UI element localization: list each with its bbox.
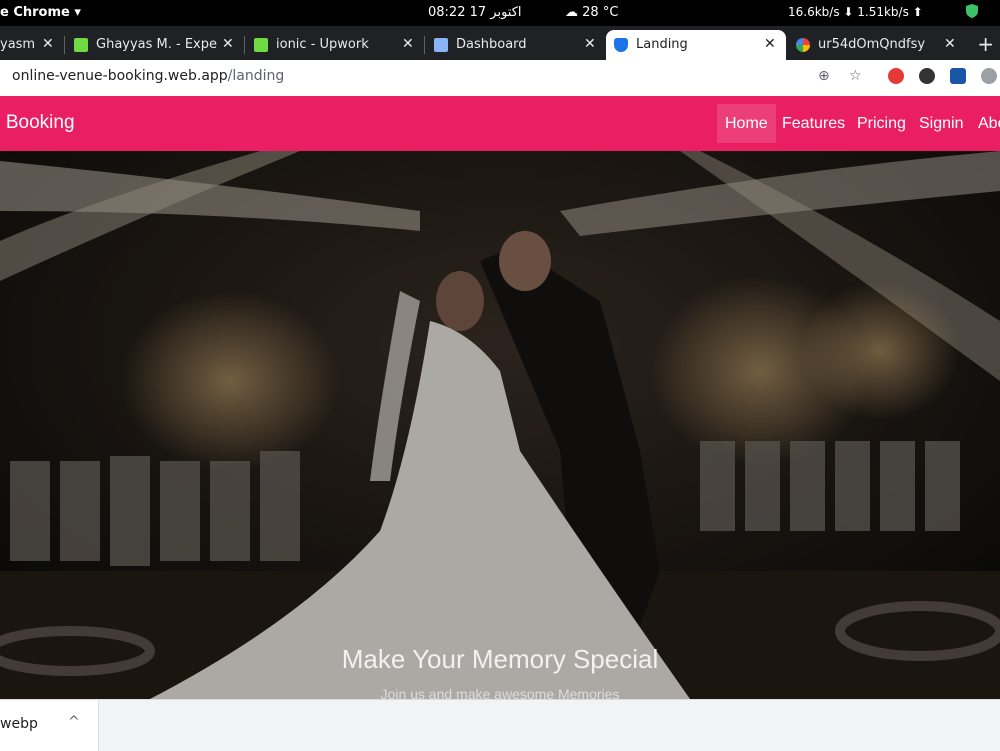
close-icon[interactable]: ✕ [402, 36, 414, 52]
nav-about[interactable]: Abo [978, 115, 1000, 133]
tab-photos[interactable]: ur54dOmQndfsy ✕ [788, 30, 964, 60]
tab-title: Landing [636, 37, 688, 52]
close-icon[interactable]: ✕ [42, 36, 54, 52]
tab-landing[interactable]: Landing ✕ [606, 30, 786, 60]
dashboard-icon [434, 38, 448, 52]
globe-icon[interactable] [981, 68, 997, 84]
angular-shield-icon [614, 38, 628, 52]
close-icon[interactable]: ✕ [764, 36, 776, 52]
network-speed: 16.6kb/s ⬇ 1.51kb/s ⬆ [788, 5, 923, 19]
hero-subtitle: Join us and make awesome Memories [380, 686, 620, 699]
opera-icon[interactable] [888, 68, 904, 84]
site-brand[interactable]: e Booking [0, 112, 75, 134]
download-shelf: webp ^ [0, 699, 1000, 751]
tab-separator [424, 36, 425, 54]
tab-title: Dashboard [456, 37, 527, 52]
weather-indicator[interactable]: ☁ 28 °C [565, 5, 618, 20]
tab-strip: yasm ✕ Ghayyas M. - Expe ✕ ionic - Upwor… [0, 26, 1000, 60]
site-navbar: e Booking Home Features Pricing Signin A… [0, 96, 1000, 151]
shield-icon[interactable] [966, 4, 978, 18]
nav-home[interactable]: Home [717, 104, 776, 143]
nav-features[interactable]: Features [782, 115, 845, 133]
tab-title: ionic - Upwork [276, 37, 369, 52]
pinwheel-icon [796, 38, 810, 52]
new-tab-icon[interactable]: + [977, 32, 994, 56]
nav-pricing[interactable]: Pricing [857, 115, 906, 133]
os-top-bar: e Chrome ▾ 08:22 17 اکتوبر ☁ 28 °C 16.6k… [0, 0, 1000, 26]
upwork-icon [254, 38, 268, 52]
tab-separator [244, 36, 245, 54]
download-filename: webp [0, 716, 38, 732]
url-path: /landing [227, 68, 285, 84]
tab-title: ur54dOmQndfsy [818, 37, 926, 52]
browser-toolbar: online-venue-booking.web.app/landing ⊕ ☆ [0, 60, 1000, 97]
hero-banner: Make Your Memory Special Join us and mak… [0, 151, 1000, 699]
hero-photo [0, 151, 1000, 699]
close-icon[interactable]: ✕ [944, 36, 956, 52]
upwork-icon [74, 38, 88, 52]
bookmark-star-icon[interactable]: ☆ [849, 68, 862, 84]
tab-dashboard[interactable]: Dashboard ✕ [426, 30, 604, 60]
add-icon[interactable]: ⊕ [818, 68, 830, 84]
chevron-up-icon[interactable]: ^ [68, 714, 80, 730]
url-host: online-venue-booking.web.app [12, 68, 228, 84]
hero-title: Make Your Memory Special [341, 644, 659, 674]
tab-separator [64, 36, 65, 54]
tab-ionic-upwork[interactable]: ionic - Upwork ✕ [246, 30, 422, 60]
clock[interactable]: 08:22 17 اکتوبر [428, 5, 522, 20]
tab-upwork-profile[interactable]: Ghayyas M. - Expe ✕ [66, 30, 242, 60]
tab-yasm[interactable]: yasm ✕ [0, 30, 62, 60]
download-item[interactable]: webp ^ [0, 700, 99, 751]
address-bar[interactable]: online-venue-booking.web.app/landing [12, 68, 284, 84]
vu-extension-icon[interactable] [950, 68, 966, 84]
close-icon[interactable]: ✕ [584, 36, 596, 52]
app-menu[interactable]: e Chrome ▾ [0, 5, 81, 20]
vpn-icon[interactable] [919, 68, 935, 84]
weather-temp: 28 °C [582, 5, 619, 20]
tab-title: Ghayyas M. - Expe [96, 37, 217, 52]
close-icon[interactable]: ✕ [222, 36, 234, 52]
tab-title: yasm [0, 37, 36, 52]
nav-signin[interactable]: Signin [919, 115, 963, 133]
